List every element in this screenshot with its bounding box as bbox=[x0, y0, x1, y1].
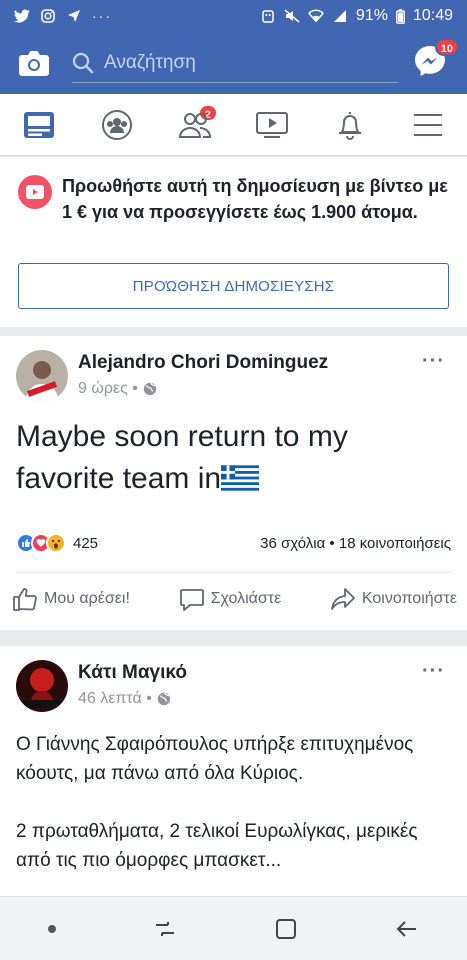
more-notifications-icon: ··· bbox=[92, 8, 112, 24]
post-time[interactable]: 9 ώρες • bbox=[78, 380, 138, 398]
promote-post-card: Προωθήστε αυτή τη δημοσίευση με βίντεο μ… bbox=[0, 157, 467, 327]
reaction-count: 425 bbox=[73, 534, 99, 552]
promo-text: Προωθήστε αυτή τη δημοσίευση με βίντεο μ… bbox=[62, 176, 448, 222]
tab-friends[interactable] bbox=[156, 94, 234, 155]
like-label: Μου αρέσει! bbox=[44, 590, 130, 607]
post-author[interactable]: Alejandro Chori Dominguez bbox=[78, 352, 328, 374]
groups-icon bbox=[101, 109, 132, 140]
post-body: Maybe soon return to my favorite team in bbox=[0, 402, 467, 500]
comments-shares-count[interactable]: 36 σχόλια • 18 κοινοποιήσεις bbox=[260, 535, 451, 552]
post-options-button[interactable]: ··· bbox=[422, 660, 445, 683]
bell-icon bbox=[339, 111, 362, 140]
news-feed-icon bbox=[23, 111, 54, 138]
messenger-badge: 10 bbox=[434, 38, 459, 56]
navigation-tabs: 2 bbox=[0, 94, 467, 156]
post-body: Ο Γιάννης Σφαιρόπουλος υπήρξε επιτυχημέν… bbox=[0, 712, 467, 875]
post-author[interactable]: Κάτι Μαγικό bbox=[78, 662, 187, 684]
dot-indicator-icon bbox=[48, 924, 57, 933]
thumbs-up-icon bbox=[13, 588, 37, 611]
like-button[interactable]: Μου αρέσει! bbox=[12, 586, 130, 612]
post: Alejandro Chori Dominguez 9 ώρες • ··· M… bbox=[0, 336, 467, 630]
top-bar: Αναζήτηση 10 bbox=[0, 32, 467, 94]
navigation-icon bbox=[68, 10, 80, 22]
screen: ··· 91% 10:49 Αναζήτηση 10 2 Προωθήστε α… bbox=[0, 0, 467, 960]
messenger-button[interactable]: 10 bbox=[413, 38, 459, 78]
camera-icon[interactable] bbox=[18, 49, 50, 77]
search-icon bbox=[72, 52, 94, 73]
tab-news-feed[interactable] bbox=[0, 94, 78, 155]
recent-apps-icon[interactable] bbox=[152, 916, 178, 942]
wifi-icon bbox=[307, 9, 324, 23]
status-bar: ··· 91% 10:49 bbox=[0, 0, 467, 32]
mute-icon bbox=[284, 9, 300, 23]
twitter-icon bbox=[14, 9, 30, 23]
signal-icon bbox=[333, 10, 346, 22]
tab-notifications[interactable] bbox=[311, 94, 389, 155]
battery-icon bbox=[396, 8, 405, 24]
post-options-button[interactable]: ··· bbox=[422, 350, 445, 373]
post-actions: Μου αρέσει! Σχολιάστε Κοινοποιήστε bbox=[0, 586, 467, 612]
tab-menu[interactable] bbox=[389, 94, 467, 155]
reactions-bar[interactable]: 425 36 σχόλια • 18 κοινοποιήσεις bbox=[16, 533, 451, 553]
comment-icon bbox=[179, 589, 204, 611]
tab-groups[interactable]: 2 bbox=[78, 94, 218, 155]
globe-icon bbox=[143, 382, 157, 396]
friends-icon bbox=[178, 112, 211, 138]
post: Κάτι Μαγικό 46 λεπτά • ··· Ο Γιάννης Σφα… bbox=[0, 646, 467, 906]
share-icon bbox=[330, 588, 355, 610]
share-button[interactable]: Κοινοποιήστε bbox=[330, 586, 457, 612]
promote-post-button[interactable]: ΠΡΟΏΘΗΣΗ ΔΗΜΟΣΙΕΥΣΗΣ bbox=[18, 263, 449, 309]
search-bar[interactable]: Αναζήτηση bbox=[72, 43, 398, 83]
instagram-icon bbox=[41, 9, 55, 23]
clock: 10:49 bbox=[412, 7, 453, 24]
globe-icon bbox=[157, 692, 171, 706]
search-placeholder: Αναζήτηση bbox=[104, 51, 196, 73]
battery-level: 91% bbox=[355, 7, 388, 24]
divider bbox=[16, 572, 451, 573]
back-icon[interactable] bbox=[394, 916, 420, 942]
post-paragraph: 2 πρωταθλήματα, 2 τελικοί Ευρωλίγκας, με… bbox=[16, 821, 418, 871]
avatar[interactable] bbox=[16, 350, 68, 402]
video-icon bbox=[256, 111, 289, 138]
post-text: Maybe soon return to my favorite team in bbox=[16, 420, 348, 495]
system-navigation-bar bbox=[0, 896, 467, 960]
wow-reaction-icon bbox=[46, 533, 66, 553]
avatar[interactable] bbox=[16, 660, 68, 712]
menu-icon bbox=[414, 113, 443, 136]
comment-button[interactable]: Σχολιάστε bbox=[179, 586, 282, 612]
tab-watch[interactable] bbox=[233, 94, 311, 155]
android-debug-icon bbox=[262, 10, 274, 23]
comment-label: Σχολιάστε bbox=[210, 590, 282, 607]
home-icon[interactable] bbox=[273, 916, 299, 942]
greek-flag-icon bbox=[221, 465, 260, 491]
share-label: Κοινοποιήστε bbox=[361, 590, 457, 607]
post-time[interactable]: 46 λεπτά • bbox=[78, 690, 152, 708]
video-promo-icon bbox=[18, 175, 52, 209]
post-paragraph: Ο Γιάννης Σφαιρόπουλος υπήρξε επιτυχημέν… bbox=[16, 734, 414, 784]
